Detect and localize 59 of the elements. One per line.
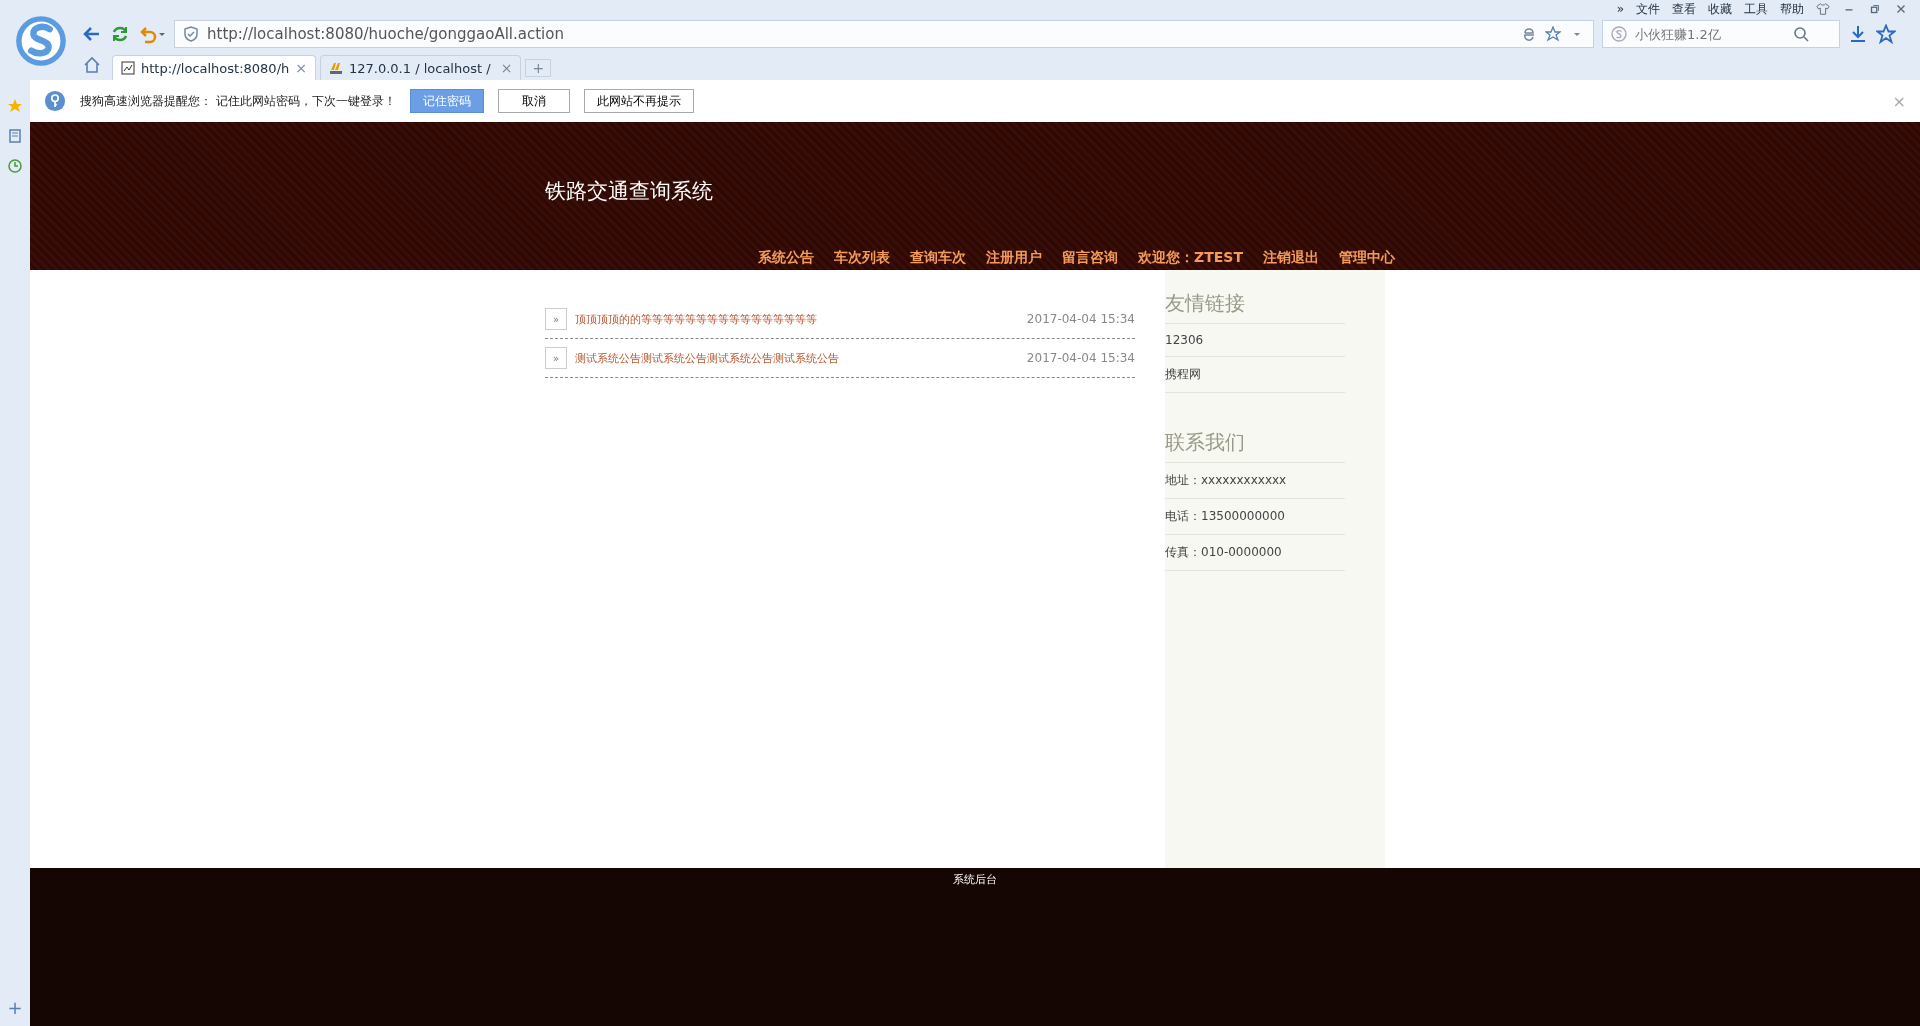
nav-link[interactable]: 留言咨询 [1062, 249, 1119, 267]
infobar-button[interactable]: 此网站不再提示 [583, 89, 694, 113]
notice-link[interactable]: 顶顶顶顶的的等等等等等等等等等等等等等等等等 [575, 311, 817, 327]
sidebar-item: 12306 [1165, 324, 1345, 357]
home-icon[interactable] [82, 55, 102, 75]
nav-link[interactable]: 欢迎您：ZTEST [1138, 249, 1243, 267]
menu-item[interactable]: 帮助 [1780, 0, 1804, 18]
clock-icon[interactable] [7, 158, 23, 174]
nav-link[interactable]: 注销退出 [1263, 249, 1319, 267]
browser-tab[interactable]: 127.0.0.1 / localhost / × [320, 55, 522, 80]
sogou-icon [1611, 26, 1627, 42]
restore-icon[interactable] [1868, 2, 1882, 16]
footer-link[interactable]: 系统后台 [953, 872, 997, 1026]
bullet-icon: » [545, 347, 567, 369]
star-icon[interactable] [1545, 26, 1561, 42]
tab-title: 127.0.0.1 / localhost / [349, 60, 492, 76]
search-bar[interactable]: 小伙狂赚1.2亿 [1602, 20, 1840, 48]
nav-link[interactable]: 系统公告 [758, 249, 815, 267]
notice-date: 2017-04-04 15:34 [1026, 312, 1135, 326]
nav-link[interactable]: 车次列表 [834, 249, 891, 267]
shirt-icon[interactable] [1816, 2, 1830, 16]
key-icon [44, 90, 66, 112]
star-icon[interactable] [1876, 24, 1896, 44]
search-icon[interactable] [1793, 26, 1809, 42]
browser-tab[interactable]: http://localhost:8080/h × [112, 55, 316, 80]
menu-item[interactable]: 工具 [1744, 0, 1768, 18]
sidebar-item: 传真：010-0000000 [1165, 535, 1345, 571]
download-icon[interactable] [1848, 24, 1868, 44]
infobar-message: 搜狗高速浏览器提醒您： 记住此网站密码，下次一键登录！ [80, 92, 396, 110]
browser-logo-icon[interactable] [14, 14, 68, 68]
menu-item[interactable]: 文件 [1636, 0, 1660, 18]
book-icon[interactable] [7, 128, 23, 144]
sidebar-item: 地址：xxxxxxxxxxxx [1165, 463, 1345, 499]
section-heading: 友情链接 [1165, 284, 1345, 324]
shield-icon [183, 26, 199, 42]
refresh-icon[interactable] [110, 24, 130, 44]
ie-icon[interactable] [1521, 26, 1537, 42]
page-icon [121, 61, 135, 75]
undo-icon[interactable] [138, 24, 166, 44]
sidebar-item: 携程网 [1165, 357, 1345, 393]
pma-icon [329, 61, 343, 75]
menu-item[interactable]: 查看 [1672, 0, 1696, 18]
nav-link[interactable]: 查询车次 [910, 249, 967, 267]
address-bar[interactable]: http://localhost:8080/huoche/gonggaoAll.action [174, 20, 1594, 48]
star-icon[interactable] [7, 98, 23, 114]
bullet-icon: » [545, 308, 567, 330]
notice-date: 2017-04-04 15:34 [1026, 351, 1135, 365]
nav-link[interactable]: 注册用户 [986, 249, 1043, 267]
infobar-button[interactable]: 取消 [497, 89, 570, 113]
search-input[interactable]: 小伙狂赚1.2亿 [1633, 25, 1787, 43]
site-title: 铁路交通查询系统 [545, 178, 714, 205]
tab-close-button[interactable]: × [295, 60, 307, 76]
section-heading: 联系我们 [1165, 423, 1345, 463]
menu-item[interactable]: » [1616, 2, 1624, 16]
menu-item[interactable]: 收藏 [1708, 0, 1732, 18]
sidebar-item: 电话：13500000000 [1165, 499, 1345, 535]
tab-title: http://localhost:8080/h [141, 60, 290, 76]
nav-link[interactable]: 管理中心 [1339, 249, 1395, 267]
notice-link[interactable]: 测试系统公告测试系统公告测试系统公告测试系统公告 [575, 350, 839, 366]
